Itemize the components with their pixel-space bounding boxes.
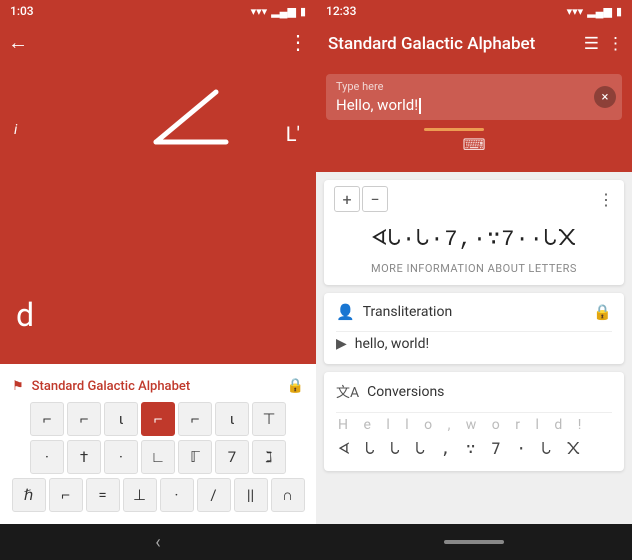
key-21[interactable]: || bbox=[234, 478, 268, 512]
card-info-text[interactable]: MORE INFORMATION ABOUT LETTERS bbox=[324, 258, 624, 285]
keyboard-title-icon: ⚑ bbox=[12, 379, 24, 394]
key-2[interactable]: ⌐ bbox=[67, 402, 101, 436]
right-bottom-nav bbox=[316, 524, 632, 560]
input-area: Type here Hello, world! × ⌨ bbox=[316, 66, 632, 172]
scroll-indicator bbox=[424, 128, 484, 131]
zoom-in-button[interactable]: + bbox=[334, 186, 360, 212]
galactic-display-text: ᗏᒐ·ᒐ·7,·∵7··ᒐ᙭ bbox=[324, 218, 624, 258]
key-3[interactable]: ι bbox=[104, 402, 138, 436]
transliteration-content: ▶ hello, world! bbox=[324, 332, 624, 364]
transliteration-text: hello, world! bbox=[355, 336, 429, 352]
left-bottom-nav: ‹ bbox=[0, 524, 316, 560]
key-7[interactable]: ⊤ bbox=[252, 402, 286, 436]
left-main-area: i L' d bbox=[0, 62, 316, 364]
left-char-top-left: i bbox=[14, 122, 17, 138]
key-17[interactable]: = bbox=[86, 478, 120, 512]
input-cursor bbox=[419, 98, 421, 114]
right-status-bar: 12:33 ▾▾▾ ▂▄▆ ▮ bbox=[316, 0, 632, 22]
key-22[interactable]: ∩ bbox=[271, 478, 305, 512]
transliteration-header: 👤 Transliteration 🔒 bbox=[324, 293, 624, 331]
right-toolbar: Standard Galactic Alphabet ☰ ⋮ bbox=[316, 22, 632, 66]
input-value: Hello, world! bbox=[336, 96, 418, 114]
keyboard-area: ⚑ Standard Galactic Alphabet 🔒 ⌐ ⌐ ι ⌐ ⌐… bbox=[0, 364, 316, 524]
right-panel: 12:33 ▾▾▾ ▂▄▆ ▮ Standard Galactic Alphab… bbox=[316, 0, 632, 560]
key-13[interactable]: 7 bbox=[215, 440, 249, 474]
conversions-title: Conversions bbox=[367, 384, 444, 400]
hello-world-spaced: H e l l o , w o r l d ! bbox=[334, 417, 614, 433]
card-more-button[interactable]: ⋮ bbox=[598, 190, 614, 209]
left-char-top-right: L' bbox=[286, 122, 300, 146]
transliteration-title: Transliteration bbox=[363, 304, 586, 320]
right-toolbar-title: Standard Galactic Alphabet bbox=[328, 34, 584, 54]
keyboard-row-1: ⌐ ⌐ ι ⌐ ⌐ ι ⊤ bbox=[6, 402, 310, 436]
right-more-menu-button[interactable]: ⋮ bbox=[607, 34, 624, 54]
home-bar[interactable] bbox=[444, 540, 504, 544]
keyboard-title-text: Standard Galactic Alphabet bbox=[32, 379, 279, 394]
zoom-out-button[interactable]: − bbox=[362, 186, 388, 212]
back-button[interactable]: ← bbox=[8, 30, 28, 55]
key-19[interactable]: · bbox=[160, 478, 194, 512]
card-header: + − ⋮ bbox=[324, 180, 624, 218]
left-toolbar: ← ⋮ bbox=[0, 22, 316, 62]
right-toolbar-icons: ☰ ⋮ bbox=[584, 34, 624, 54]
keyboard-row-3: ℏ ⌐ = ⊥ · / || ∩ bbox=[6, 478, 310, 512]
left-status-icons: ▾▾▾ ▂▄▆ ▮ bbox=[251, 5, 306, 18]
key-1[interactable]: ⌐ bbox=[30, 402, 64, 436]
conversions-section: 文A Conversions H e l l o , w o r l d ! ᗏ… bbox=[324, 372, 624, 471]
key-12[interactable]: ℾ bbox=[178, 440, 212, 474]
galactic-display-card: + − ⋮ ᗏᒐ·ᒐ·7,·∵7··ᒐ᙭ MORE INFORMATION AB… bbox=[324, 180, 624, 285]
key-15[interactable]: ℏ bbox=[12, 478, 46, 512]
keyboard-row-2: · † · ∟ ℾ 7 ℷ bbox=[6, 440, 310, 474]
left-status-bar: 1:03 ▾▾▾ ▂▄▆ ▮ bbox=[0, 0, 316, 22]
play-button[interactable]: ▶ bbox=[336, 336, 347, 352]
key-6[interactable]: ι bbox=[215, 402, 249, 436]
signal-icon: ▂▄▆ bbox=[271, 5, 296, 18]
left-panel: 1:03 ▾▾▾ ▂▄▆ ▮ ← ⋮ i L' d ⚑ Standard Gal… bbox=[0, 0, 316, 560]
wifi-icon: ▾▾▾ bbox=[251, 5, 268, 18]
keyboard-toggle-icon[interactable]: ⌨ bbox=[462, 135, 485, 154]
galactic-converted-text: ᗏ ᒐ ᒐ ᒐ , ∵ 7 · ᒐ ᙭ bbox=[334, 439, 614, 459]
right-wifi-icon: ▾▾▾ bbox=[567, 5, 584, 18]
key-10[interactable]: · bbox=[104, 440, 138, 474]
list-icon[interactable]: ☰ bbox=[584, 34, 599, 54]
key-5[interactable]: ⌐ bbox=[178, 402, 212, 436]
input-placeholder: Type here bbox=[336, 80, 586, 93]
key-4-active[interactable]: ⌐ bbox=[141, 402, 175, 436]
right-time: 12:33 bbox=[326, 4, 356, 18]
right-content: + − ⋮ ᗏᒐ·ᒐ·7,·∵7··ᒐ᙭ MORE INFORMATION AB… bbox=[316, 172, 632, 524]
text-input-box[interactable]: Type here Hello, world! × bbox=[326, 74, 622, 120]
left-char-bottom: d bbox=[16, 296, 34, 334]
keyboard-lock-icon: 🔒 bbox=[287, 378, 304, 394]
transliteration-lock-icon: 🔒 bbox=[593, 303, 612, 321]
input-clear-button[interactable]: × bbox=[594, 86, 616, 108]
right-battery-icon: ▮ bbox=[616, 5, 622, 18]
large-galactic-symbol bbox=[136, 82, 246, 176]
key-9[interactable]: † bbox=[67, 440, 101, 474]
key-14[interactable]: ℷ bbox=[252, 440, 286, 474]
clear-icon: × bbox=[602, 90, 609, 105]
key-16[interactable]: ⌐ bbox=[49, 478, 83, 512]
key-18[interactable]: ⊥ bbox=[123, 478, 157, 512]
left-nav-back-icon[interactable]: ‹ bbox=[155, 532, 160, 553]
right-signal-icon: ▂▄▆ bbox=[587, 5, 612, 18]
keyboard-rows: ⌐ ⌐ ι ⌐ ⌐ ι ⊤ · † · ∟ ℾ 7 ℷ ℏ ⌐ bbox=[6, 402, 310, 512]
key-20[interactable]: / bbox=[197, 478, 231, 512]
conversions-header: 文A Conversions bbox=[324, 372, 624, 412]
conversions-icon: 文A bbox=[336, 382, 359, 402]
keyboard-icon-bar: ⌨ bbox=[326, 131, 622, 156]
conversions-content: H e l l o , w o r l d ! ᗏ ᒐ ᒐ ᒐ , ∵ 7 · … bbox=[324, 413, 624, 471]
key-11[interactable]: ∟ bbox=[141, 440, 175, 474]
key-8[interactable]: · bbox=[30, 440, 64, 474]
keyboard-title-bar: ⚑ Standard Galactic Alphabet 🔒 bbox=[6, 372, 310, 398]
battery-icon: ▮ bbox=[300, 5, 306, 18]
left-time: 1:03 bbox=[10, 4, 34, 18]
right-status-icons: ▾▾▾ ▂▄▆ ▮ bbox=[567, 5, 622, 18]
more-menu-button[interactable]: ⋮ bbox=[288, 30, 308, 54]
zoom-controls: + − bbox=[334, 186, 388, 212]
transliteration-icon: 👤 bbox=[336, 303, 355, 321]
transliteration-section: 👤 Transliteration 🔒 ▶ hello, world! bbox=[324, 293, 624, 364]
